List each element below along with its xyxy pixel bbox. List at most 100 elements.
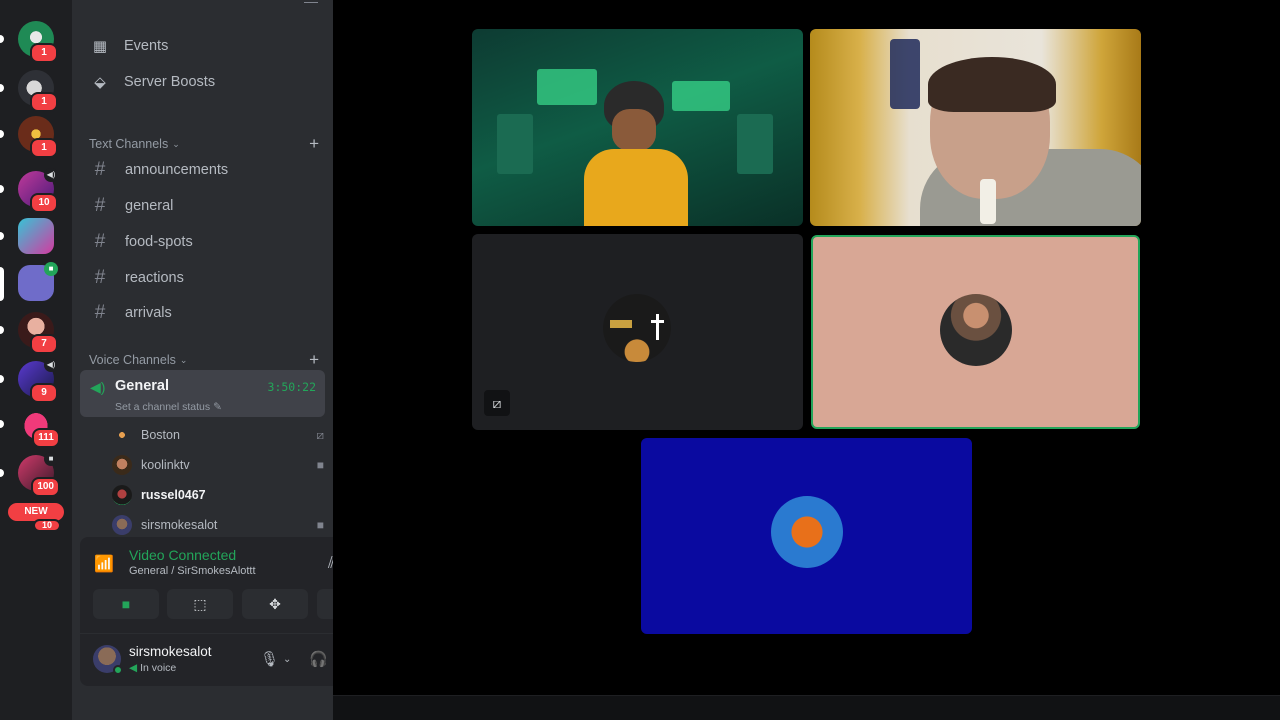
header-edge [304,0,318,3]
video-tile-5[interactable] [641,438,972,634]
video-camera-icon: ■ [316,458,324,472]
voice-channel-general[interactable]: ◀) General 3:50:22 Set a channel status … [80,370,325,417]
signal-strength-icon[interactable]: 📶 [94,554,116,576]
chevron-down-icon: ⌄ [172,138,180,149]
monitor-screen-shape [672,81,730,111]
cross-shape [656,314,659,340]
user-status-label: In voice [140,662,177,674]
voice-user-boston[interactable]: Boston ⧄ [112,421,324,449]
connection-location[interactable]: General / SirSmokesAlottt [129,565,256,577]
server-icon-4[interactable]: ◀) 10 [0,168,58,213]
video-tile-3[interactable] [472,234,803,430]
voice-user-name: koolinktv [141,458,190,472]
server-boosts-label: Server Boosts [124,74,216,90]
category-label: Voice Channels [89,353,176,367]
monitor-screen-shape [497,114,533,174]
mention-badge: 100 [31,477,60,497]
cross-shape [651,320,664,323]
channel-item-general[interactable]: # general [80,190,320,222]
hash-icon: # [94,159,106,180]
chevron-down-icon[interactable]: ⌄ [283,654,291,665]
camera-toggle-button[interactable]: ■ [93,589,159,619]
pencil-icon: ✎ [213,401,222,413]
activities-icon: ✥ [269,595,281,612]
events-item[interactable]: ▦ Events [80,30,320,62]
boost-gem-icon: ⬙ [94,74,106,91]
activities-button[interactable]: ✥ [242,589,308,619]
held-object-shape [980,179,996,224]
unread-indicator [0,185,4,193]
avatar [112,515,132,535]
participant-avatar-logo [771,496,843,568]
avatar [112,425,132,445]
channel-label: reactions [125,270,184,286]
voice-channel-name: General [115,378,169,394]
video-tile-4-speaking[interactable] [811,235,1140,429]
microphone-icon[interactable]: 🎙 [260,650,279,668]
channel-status-text: Set a channel status [115,401,211,413]
hash-icon: # [94,267,106,288]
video-tile-2[interactable] [810,29,1141,226]
server-icon-3[interactable]: 1 [0,116,58,158]
channel-item-food-spots[interactable]: # food-spots [80,226,320,258]
voice-user-russel0467[interactable]: russel0467 [112,481,324,509]
create-channel-plus-icon[interactable]: + [309,134,319,154]
video-camera-icon: ■ [121,596,131,612]
channel-label: general [125,198,174,214]
text-channels-category[interactable]: Text Channels ⌄ + [89,134,319,154]
mention-badge: 10 [33,519,61,532]
server-icon-1[interactable]: 1 [0,21,58,63]
video-tile-1[interactable] [472,29,803,226]
unread-indicator [0,375,4,383]
voice-activity-icon: ■ [44,262,58,276]
hash-icon: # [94,231,106,252]
current-username[interactable]: sirsmokesalot [129,644,212,659]
calendar-icon: ▦ [92,38,108,55]
server-icon-5[interactable] [0,218,54,254]
create-channel-plus-icon[interactable]: + [309,350,319,370]
channel-item-reactions[interactable]: # reactions [80,262,320,294]
mention-badge: 1 [30,92,58,112]
selected-indicator [0,267,4,301]
channel-label: food-spots [125,234,193,250]
current-user-status: ◀ In voice [129,662,176,674]
channel-status-link[interactable]: Set a channel status ✎ [115,401,222,413]
mic-muted-icon: ⧄ [484,390,510,416]
unread-indicator [0,35,4,43]
monitor-screen-shape [737,114,773,174]
server-icon-10[interactable]: ■ 100 [0,452,60,497]
person-hoodie-shape [584,149,688,226]
server-icon-2[interactable]: 1 [0,70,58,112]
flag-shape [890,39,920,109]
connection-status: Video Connected [129,547,237,563]
online-status-dot [113,665,123,675]
hash-icon: # [94,195,106,216]
server-boosts-item[interactable]: ⬙ Server Boosts [80,66,320,98]
server-icon-7[interactable]: 7 [0,312,58,354]
avatar [112,485,132,505]
channel-item-announcements[interactable]: # announcements [80,154,320,186]
voice-user-koolinktv[interactable]: koolinktv ■ [112,451,324,479]
avatar [112,455,132,475]
voice-channels-category[interactable]: Voice Channels ⌄ + [89,350,319,370]
mention-badge: 1 [30,138,58,158]
unread-indicator [0,420,4,428]
screen-share-icon: ⬚ [193,595,207,612]
server-icon-9[interactable]: 111 [0,406,60,448]
unread-indicator [0,130,4,138]
call-timer: 3:50:22 [267,380,316,394]
participant-avatar [603,294,671,362]
server-icon-6-selected[interactable]: ■ [0,262,58,301]
voice-activity-icon: ◀) [44,358,58,372]
speaker-icon: ◀ [129,662,138,674]
channel-item-arrivals[interactable]: # arrivals [80,297,320,329]
stage-bottom-bar [333,695,1280,720]
server-icon-8[interactable]: ◀) 9 [0,358,58,403]
voice-user-name: russel0467 [141,488,206,502]
voice-user-sirsmokesalot[interactable]: sirsmokesalot ■ [112,511,324,539]
screen-share-button[interactable]: ⬚ [167,589,233,619]
channel-label: announcements [125,162,229,178]
chevron-down-icon: ⌄ [179,354,188,365]
unread-indicator [0,84,4,92]
headphones-icon[interactable]: 🎧 [309,650,328,668]
